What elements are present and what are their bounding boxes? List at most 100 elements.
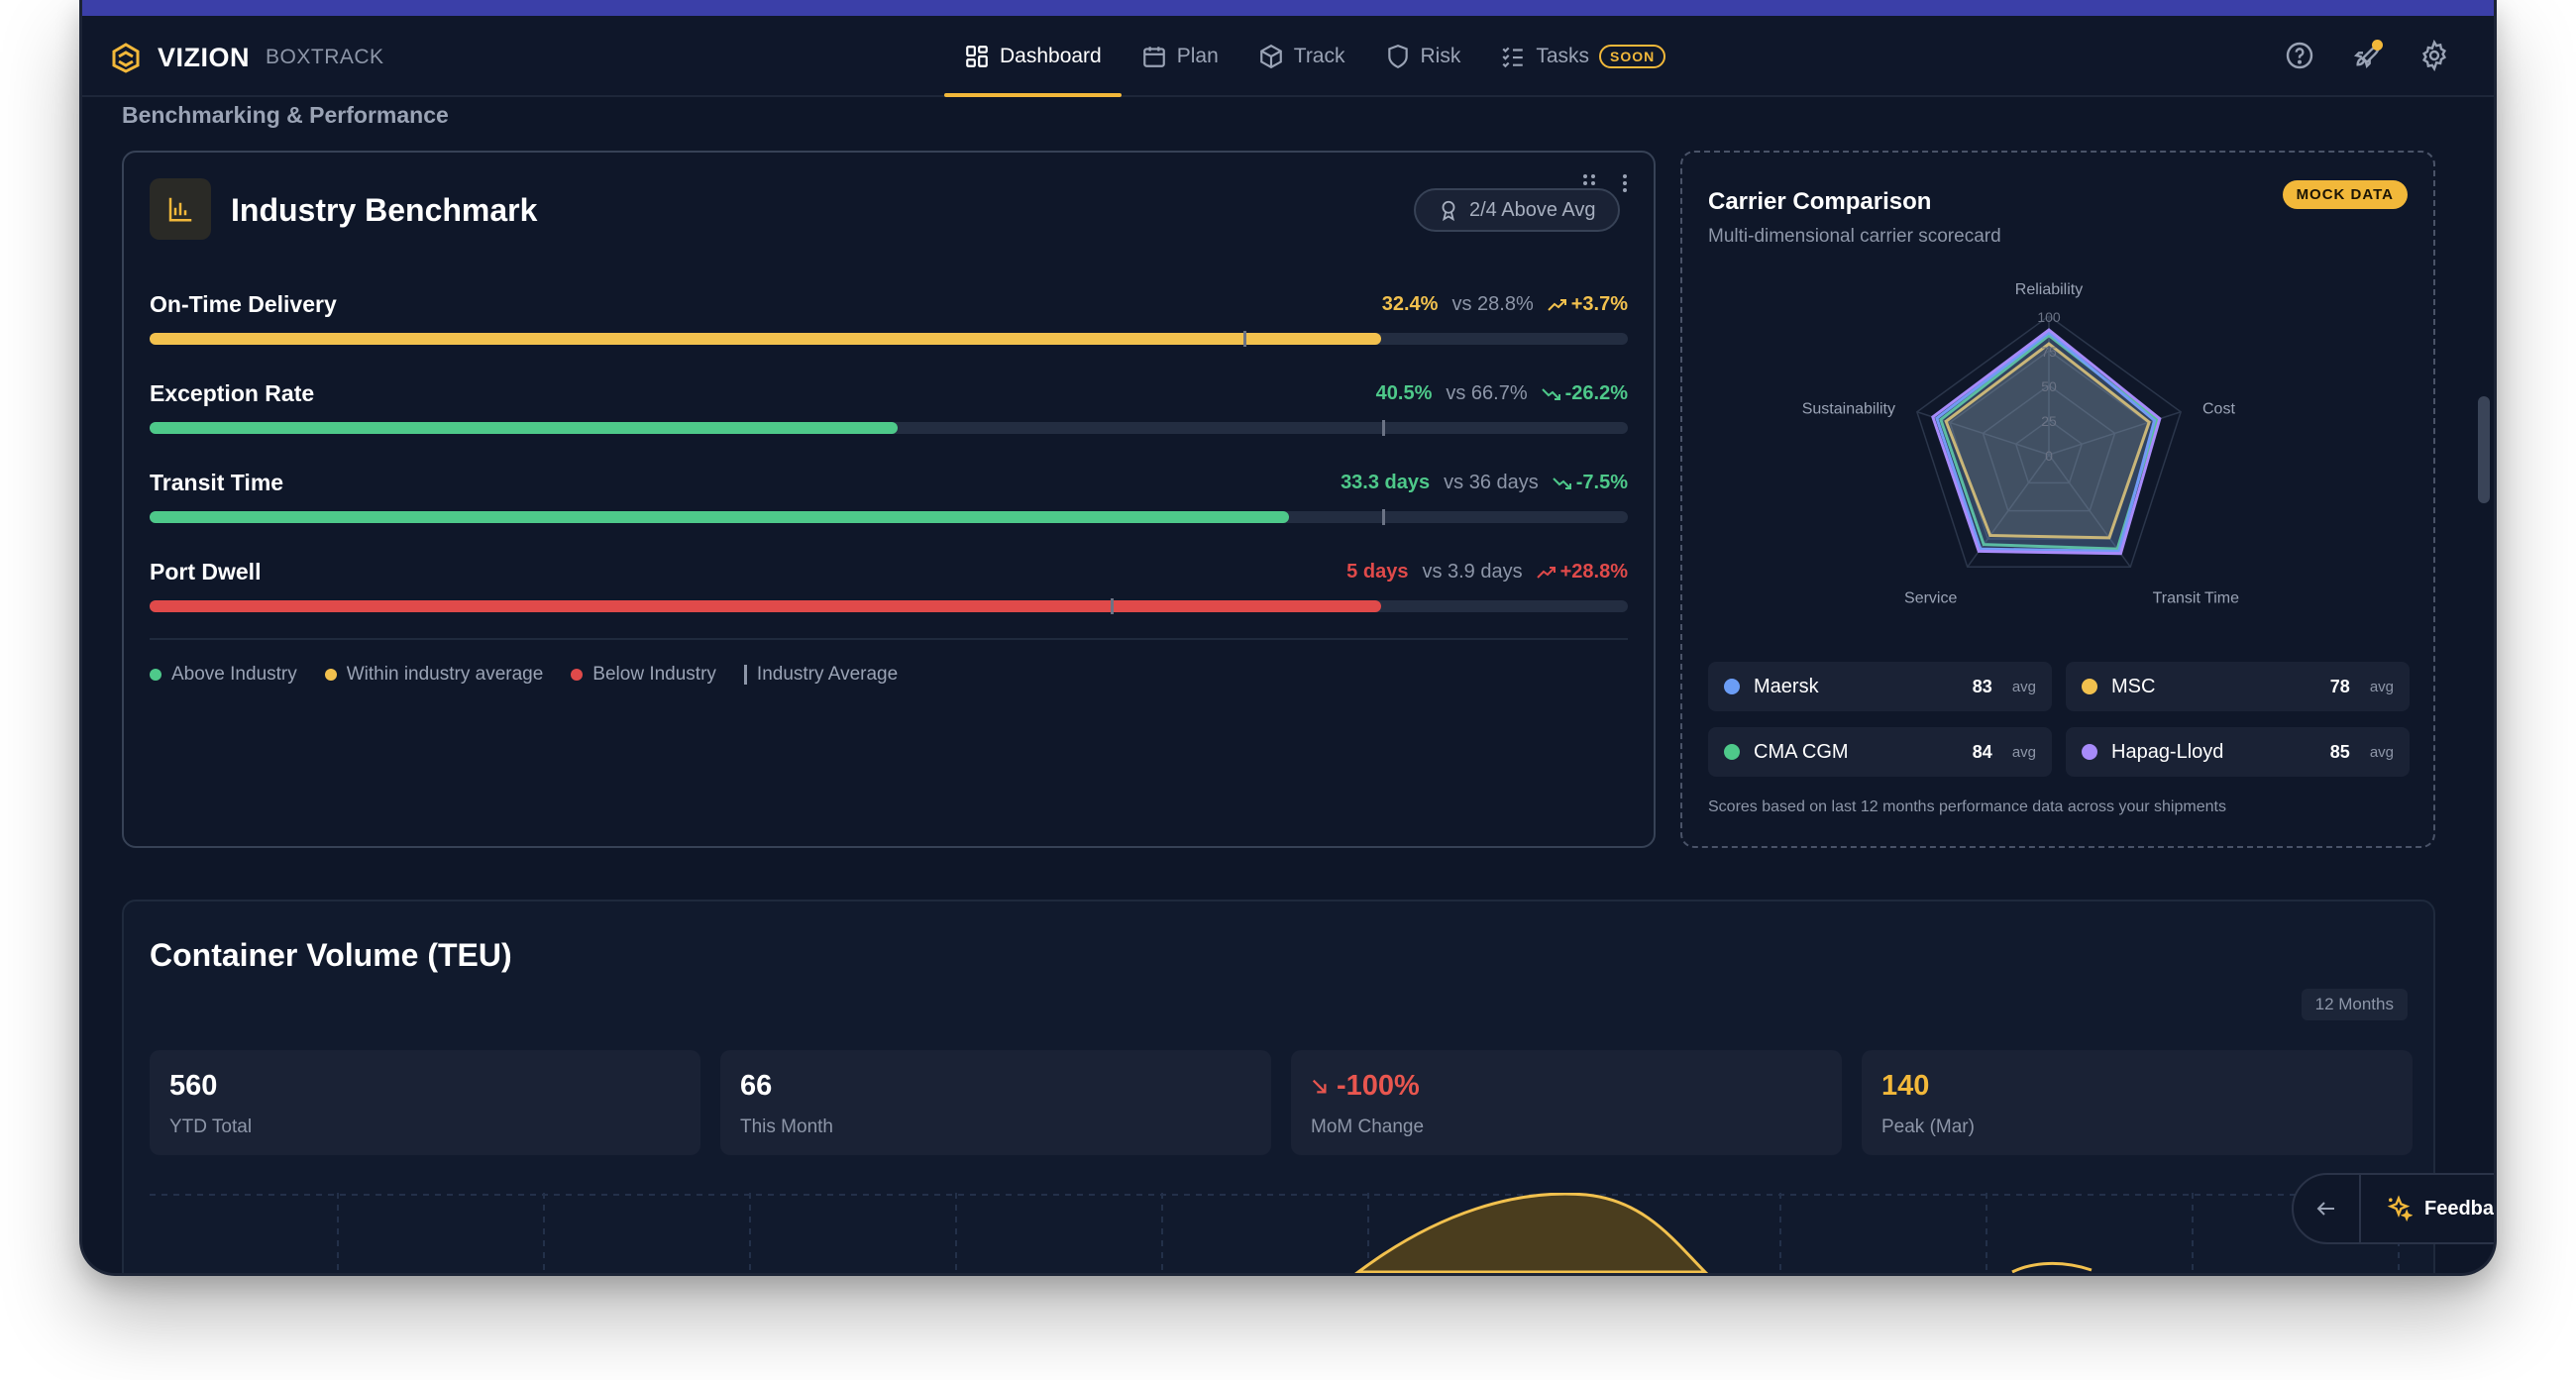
legend-within-label: Within industry average xyxy=(346,664,544,685)
nav-tasks[interactable]: Tasks SOON xyxy=(1480,16,1685,97)
app-window: VIZION BOXTRACK Dashboard Plan Track Ris… xyxy=(79,0,2497,1276)
metric-delta: -7.5% xyxy=(1553,472,1628,494)
radar-axis-label: Transit Time xyxy=(2153,589,2240,606)
settings-icon xyxy=(2421,39,2447,72)
carrier-chip[interactable]: CMA CGM 84 avg xyxy=(1708,727,2052,777)
carrier-legend: Maersk 83 avg MSC 78 avg CMA CGM 84 avg Hapag-Llo… xyxy=(1708,662,2410,777)
metric-name: On-Time Delivery xyxy=(150,291,337,317)
top-navbar: VIZION BOXTRACK Dashboard Plan Track Ris… xyxy=(82,16,2494,97)
help-button[interactable] xyxy=(2284,40,2315,71)
legend-above: Above Industry xyxy=(150,664,297,686)
carrier-footnote: Scores based on last 12 months performan… xyxy=(1708,798,2226,815)
carrier-color-dot xyxy=(2082,744,2097,760)
legend-within: Within industry average xyxy=(324,664,544,686)
carrier-score-unit: avg xyxy=(2011,743,2036,761)
legend-below-label: Below Industry xyxy=(592,664,716,685)
carrier-name: Hapag-Lloyd xyxy=(2111,740,2224,763)
feedback-collapse-button[interactable] xyxy=(2294,1175,2361,1242)
nav-track[interactable]: Track xyxy=(1238,16,1365,97)
metric-bar-track xyxy=(150,598,1628,614)
metric-delta-value: -7.5% xyxy=(1575,472,1628,493)
brand-subtitle: BOXTRACK xyxy=(266,46,384,68)
radar-axis-label: Sustainability xyxy=(1802,401,1895,418)
metric-delta: -26.2% xyxy=(1541,382,1628,405)
carrier-chip[interactable]: Maersk 83 avg xyxy=(1708,662,2052,711)
metric-values: 40.5% vs 66.7% -26.2% xyxy=(1376,382,1628,405)
metric-bar-track xyxy=(150,509,1628,525)
vizion-logo-icon xyxy=(112,43,140,73)
period-selector[interactable]: 12 Months xyxy=(2301,989,2408,1020)
stat-value-row: -100% xyxy=(1311,1070,1822,1103)
legend-average: Industry Average xyxy=(743,664,899,686)
legend-average-label: Industry Average xyxy=(756,664,899,685)
carrier-score-unit: avg xyxy=(2369,678,2394,695)
more-options-icon[interactable] xyxy=(1620,172,1630,194)
metric-name: Exception Rate xyxy=(150,380,315,406)
nav-plan[interactable]: Plan xyxy=(1122,16,1238,97)
metric-delta: +3.7% xyxy=(1548,293,1628,316)
stat-label: Peak (Mar) xyxy=(1881,1116,1975,1137)
nav-tasks-label: Tasks xyxy=(1536,45,1590,67)
metric-bar-fill xyxy=(150,600,1381,612)
industry-average-marker xyxy=(1382,509,1386,525)
radar-tick-label: 0 xyxy=(2045,448,2053,464)
nav-dashboard[interactable]: Dashboard xyxy=(944,16,1122,97)
metric-industry-value: vs 36 days xyxy=(1444,472,1539,493)
soon-badge: SOON xyxy=(1599,45,1666,68)
brand[interactable]: VIZION BOXTRACK xyxy=(108,40,384,75)
award-icon xyxy=(1442,200,1455,221)
metric-bar-track xyxy=(150,331,1628,347)
benchmark-title: Industry Benchmark xyxy=(231,192,538,228)
arrow-down-right-icon xyxy=(1312,1079,1327,1094)
metric-delta-value: -26.2% xyxy=(1564,382,1628,404)
stat-label: MoM Change xyxy=(1311,1116,1425,1137)
metric-row: Port Dwell 5 days vs 3.9 days +28.8% xyxy=(150,559,1628,618)
metric-delta: +28.8% xyxy=(1536,561,1628,584)
carrier-chip[interactable]: MSC 78 avg xyxy=(2066,662,2410,711)
carrier-name: MSC xyxy=(2111,675,2156,697)
trend-down-icon xyxy=(1541,387,1560,400)
radar-axis-label: Service xyxy=(1904,589,1957,606)
carrier-score: 84 xyxy=(1972,741,1992,762)
stat-value-row: 66 xyxy=(740,1070,1251,1103)
whats-new-button[interactable] xyxy=(2351,40,2383,71)
carrier-name: CMA CGM xyxy=(1754,740,1849,763)
legend-below-dot xyxy=(571,669,584,681)
volume-stat: -100% MoM Change xyxy=(1291,1050,1842,1155)
calendar-icon xyxy=(1142,47,1165,67)
industry-average-marker xyxy=(1382,420,1386,436)
carrier-subtitle: Multi-dimensional carrier scorecard xyxy=(1708,226,2001,247)
help-icon xyxy=(2286,42,2313,69)
scrollbar-thumb[interactable] xyxy=(2478,396,2490,503)
industry-average-marker xyxy=(1110,598,1114,614)
container-volume-card: Container Volume (TEU) 12 Months 560 YTD … xyxy=(122,900,2435,1273)
brand-name: VIZION xyxy=(158,42,251,72)
stat-value: 66 xyxy=(740,1070,773,1102)
metric-value: 32.4% xyxy=(1381,293,1439,315)
shield-icon xyxy=(1387,45,1408,69)
volume-stat: 66 This Month xyxy=(720,1050,1271,1155)
radar-tick-label: 25 xyxy=(2041,413,2057,429)
industry-average-marker xyxy=(1243,331,1247,347)
carrier-radar-chart: 100 75 50 25 0 Reliability Cost Transit Time Ser… xyxy=(1802,281,2240,606)
radar-axis-label: Reliability xyxy=(2015,281,2083,298)
benchmark-legend: Above Industry Within industry average B… xyxy=(150,664,898,686)
box-icon xyxy=(1259,44,1282,69)
metric-bar-fill xyxy=(150,422,898,434)
stat-value: 140 xyxy=(1881,1070,1930,1102)
radar-tick-label: 75 xyxy=(2041,344,2057,360)
trend-up-icon xyxy=(1548,298,1566,311)
metric-bar-fill xyxy=(150,333,1381,345)
feedback-button[interactable]: Feedback xyxy=(2361,1195,2494,1222)
metric-row: Transit Time 33.3 days vs 36 days -7.5% xyxy=(150,470,1628,529)
volume-area xyxy=(1354,1193,1709,1273)
settings-button[interactable] xyxy=(2418,39,2450,72)
feedback-widget: Feedback xyxy=(2292,1173,2494,1244)
nav-risk[interactable]: Risk xyxy=(1365,16,1481,97)
sparkle-icon xyxy=(2387,1195,2413,1222)
volume-stat: 560 YTD Total xyxy=(150,1050,700,1155)
legend-average-marker xyxy=(743,665,747,685)
nav-plan-label: Plan xyxy=(1176,45,1219,67)
nav-track-label: Track xyxy=(1293,45,1345,67)
carrier-chip[interactable]: Hapag-Lloyd 85 avg xyxy=(2066,727,2410,777)
